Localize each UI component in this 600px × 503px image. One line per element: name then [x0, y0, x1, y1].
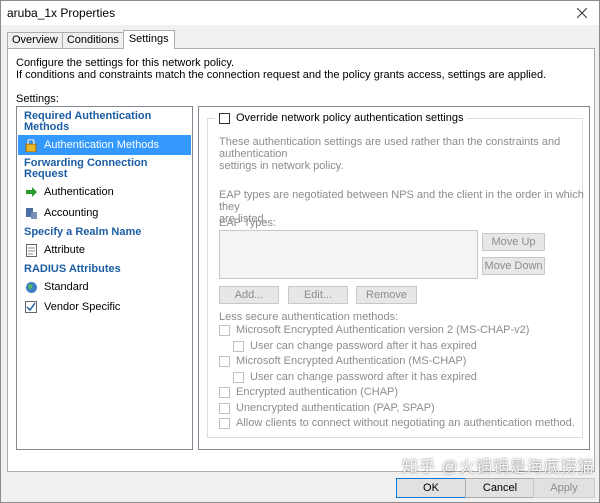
header-realm: Specify a Realm Name — [24, 226, 142, 238]
watermark: 知乎 @火锅锅是海底捞猫 — [402, 459, 595, 476]
remove-button[interactable]: Remove — [356, 286, 417, 304]
tab-settings[interactable]: Settings — [122, 30, 175, 49]
apply-button[interactable]: Apply — [533, 478, 595, 498]
move-down-button[interactable]: Move Down — [482, 257, 545, 275]
properties-window: aruba_1x Properties Overview Conditions … — [0, 0, 600, 503]
mschapv2-change-password-checkbox[interactable] — [233, 340, 244, 352]
edit-button[interactable]: Edit... — [288, 286, 348, 304]
mschap-checkbox[interactable] — [219, 355, 230, 367]
mschap-row[interactable]: Microsoft Encrypted Authentication (MS-C… — [219, 355, 466, 367]
intro-text: Configure the settings for this network … — [16, 57, 547, 81]
header-forwarding: Forwarding Connection Request — [24, 157, 148, 180]
settings-category-list: Required Authentication Methods Authenti… — [16, 106, 193, 450]
settings-label: Settings: — [16, 93, 59, 105]
add-button[interactable]: Add... — [219, 286, 279, 304]
cancel-button[interactable]: Cancel — [465, 478, 535, 498]
sidebar-item-standard[interactable]: Standard — [18, 277, 191, 297]
pap-row[interactable]: Unencrypted authentication (PAP, SPAP) — [219, 402, 435, 414]
chap-checkbox[interactable] — [219, 386, 230, 398]
checklist-icon — [24, 300, 38, 314]
document-icon — [24, 243, 38, 257]
no-negotiation-checkbox[interactable] — [219, 417, 230, 429]
mschap-change-password-checkbox[interactable] — [233, 371, 244, 383]
globe-icon — [24, 280, 38, 294]
sidebar-item-vendor-specific[interactable]: Vendor Specific — [18, 297, 191, 317]
header-radius: RADIUS Attributes — [24, 263, 121, 275]
title-bar: aruba_1x Properties — [1, 1, 599, 25]
no-negotiation-row[interactable]: Allow clients to connect without negotia… — [219, 417, 575, 429]
header-required-auth: Required Authentication Methods — [24, 110, 152, 133]
override-description: These authentication settings are used r… — [219, 136, 561, 172]
settings-tab-panel: Configure the settings for this network … — [7, 48, 595, 472]
tab-strip: Overview Conditions Settings — [7, 30, 175, 49]
override-checkbox-row[interactable]: Override network policy authentication s… — [215, 112, 468, 124]
lock-icon — [24, 138, 38, 152]
mschap-change-password-row[interactable]: User can change password after it has ex… — [233, 371, 477, 383]
eap-types-label: EAP Types: — [219, 217, 277, 229]
settings-detail-panel: Override network policy authentication s… — [198, 106, 590, 450]
tab-overview[interactable]: Overview — [7, 32, 63, 49]
sidebar-item-authentication[interactable]: Authentication — [18, 182, 191, 202]
close-icon — [577, 8, 587, 18]
sidebar-item-authentication-methods[interactable]: Authentication Methods — [18, 135, 191, 155]
chap-row[interactable]: Encrypted authentication (CHAP) — [219, 386, 398, 398]
pap-checkbox[interactable] — [219, 402, 230, 414]
server-icon — [24, 206, 38, 220]
eap-types-list[interactable] — [219, 230, 478, 279]
close-button[interactable] — [565, 1, 599, 25]
arrow-right-icon — [24, 185, 38, 199]
override-checkbox[interactable] — [219, 112, 230, 124]
move-up-button[interactable]: Move Up — [482, 233, 545, 251]
ok-button[interactable]: OK — [396, 478, 466, 498]
window-title: aruba_1x Properties — [7, 6, 116, 20]
less-secure-label: Less secure authentication methods: — [219, 311, 399, 323]
mschapv2-checkbox[interactable] — [219, 324, 230, 336]
mschapv2-row[interactable]: Microsoft Encrypted Authentication versi… — [219, 324, 529, 336]
sidebar-item-accounting[interactable]: Accounting — [18, 203, 191, 223]
mschapv2-change-password-row[interactable]: User can change password after it has ex… — [233, 340, 477, 352]
tab-conditions[interactable]: Conditions — [61, 32, 124, 49]
sidebar-item-attribute[interactable]: Attribute — [18, 240, 191, 260]
